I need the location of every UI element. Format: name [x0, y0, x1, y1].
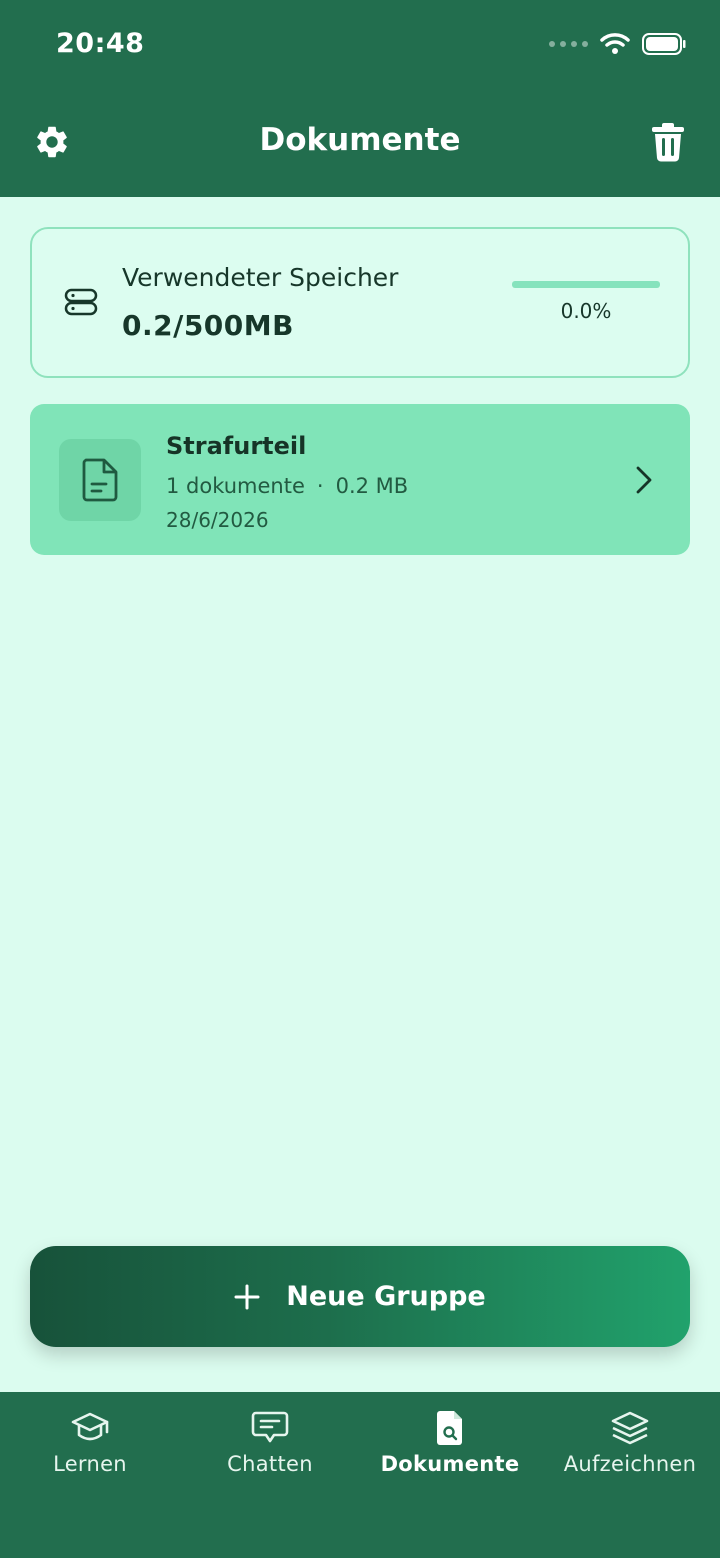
storage-percent: 0.0% [560, 299, 612, 323]
signal-icon [549, 41, 588, 47]
bottom-navigation: Lernen Chatten Dokumente Aufzeichnen [0, 1392, 720, 1558]
new-group-label: Neue Gruppe [286, 1281, 486, 1312]
nav-label-chatten: Chatten [227, 1452, 313, 1476]
wifi-icon [600, 33, 630, 54]
storage-progress-bar [512, 281, 660, 288]
status-icons [549, 32, 686, 56]
storage-label: Verwendeter Speicher [122, 263, 399, 292]
plus-icon [234, 1284, 260, 1309]
nav-item-dokumente[interactable]: Dokumente [360, 1392, 540, 1558]
app-header: 20:48 Dokumente [0, 0, 720, 197]
graduation-cap-icon [71, 1412, 109, 1441]
database-icon [64, 288, 98, 316]
nav-label-lernen: Lernen [53, 1452, 127, 1476]
status-time: 20:48 [56, 28, 145, 59]
battery-icon [642, 33, 686, 55]
nav-item-chatten[interactable]: Chatten [180, 1392, 360, 1558]
document-group-item[interactable]: Strafurteil 1 dokumente · 0.2 MB 28/6/20… [30, 404, 690, 555]
group-size: 0.2 MB [335, 474, 409, 498]
nav-item-lernen[interactable]: Lernen [0, 1392, 180, 1558]
trash-icon [652, 123, 684, 162]
layers-icon [611, 1411, 649, 1445]
group-title: Strafurteil [166, 432, 307, 460]
storage-card: Verwendeter Speicher 0.2/500MB 0.0% [30, 227, 690, 378]
document-icon [82, 458, 118, 502]
document-search-icon [437, 1411, 462, 1445]
new-group-button[interactable]: Neue Gruppe [30, 1246, 690, 1347]
group-meta: 1 dokumente · 0.2 MB [166, 474, 408, 498]
chevron-right-icon [636, 466, 652, 494]
meta-separator: · [316, 474, 324, 498]
storage-value: 0.2/500MB [122, 309, 294, 342]
group-date: 28/6/2026 [166, 508, 269, 532]
nav-label-aufzeichnen: Aufzeichnen [563, 1452, 697, 1476]
chat-bubble-icon [251, 1411, 289, 1443]
page-title: Dokumente [259, 122, 461, 158]
delete-button[interactable] [646, 120, 690, 164]
document-thumbnail [59, 439, 141, 521]
nav-item-aufzeichnen[interactable]: Aufzeichnen [540, 1392, 720, 1558]
nav-label-dokumente: Dokumente [380, 1452, 520, 1476]
group-document-count: 1 dokumente [166, 474, 305, 498]
